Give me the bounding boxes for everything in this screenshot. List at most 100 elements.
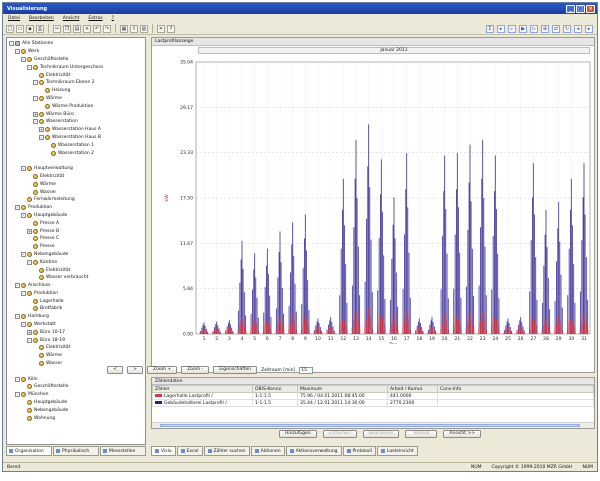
tree-node[interactable]: Elektrizität (9, 173, 145, 181)
tree-node[interactable]: Elektrizität (9, 266, 145, 274)
tree-node[interactable]: - Hauptverwaltung (9, 165, 145, 173)
grid-icon[interactable]: ▦ (120, 24, 128, 33)
minimize-button[interactable]: _ (566, 4, 575, 13)
zoom-in-button[interactable]: Zoom + (147, 366, 178, 374)
chart-icon[interactable]: ▥ (140, 24, 148, 33)
column-header[interactable]: Zähler (152, 385, 253, 393)
horizontal-scrollbar[interactable] (152, 422, 594, 428)
bottom-tab[interactable]: Lasteinsicht (376, 446, 418, 456)
properties-button[interactable]: Eigenschaften (213, 366, 258, 374)
tree-node[interactable]: - Wasserstation (9, 118, 145, 126)
table-row[interactable]: Lagerhalle Lastprofil / 1-1:1.5 75.96 / 04… (152, 392, 594, 400)
collapse-icon[interactable]: - (39, 134, 44, 140)
collapse-icon[interactable]: - (27, 337, 32, 343)
close-icon[interactable]: ✕ (157, 24, 165, 33)
tree-node[interactable]: - Wasserstation Haus B (9, 134, 145, 142)
help-icon[interactable]: ? (167, 24, 175, 33)
tree-node[interactable]: - Alle Stationen (9, 40, 145, 48)
cut-icon[interactable]: ✂ (53, 24, 61, 33)
menu-ansicht[interactable]: Ansicht (63, 16, 80, 21)
menu-bearbeiten[interactable]: Bearbeiten (29, 16, 54, 21)
column-header[interactable]: Arbeit / Kumul. (387, 385, 438, 393)
back-icon[interactable]: ◂ (574, 24, 582, 33)
collapse-icon[interactable]: - (21, 212, 26, 218)
undo-icon[interactable]: ↶ (93, 24, 101, 33)
tree-node[interactable]: Presse C (9, 235, 145, 243)
collapse-icon[interactable]: - (9, 41, 14, 47)
tree-node[interactable]: Presse A (9, 219, 145, 227)
collapse-icon[interactable]: - (21, 322, 26, 328)
station-tree[interactable]: - Alle Stationen - Werk - Geschäftsstelle - Tec… (6, 37, 146, 445)
tree-node[interactable]: Lagerhalle (9, 297, 145, 305)
print-icon[interactable]: ⎙ (36, 24, 44, 33)
menu-extras[interactable]: Extras (88, 16, 102, 21)
tree-node[interactable]: + Wasserstation Haus A (9, 126, 145, 134)
period-input[interactable]: 15 (299, 366, 314, 374)
new-icon[interactable]: □ (6, 24, 14, 33)
refresh-icon[interactable]: ↻ (563, 24, 571, 33)
tree-node[interactable]: Geschäftsstelle (9, 383, 145, 391)
action-button[interactable]: Ansicht >> (443, 430, 482, 438)
action-button[interactable]: Vollbild (405, 430, 438, 438)
expand-icon[interactable]: + (27, 228, 32, 234)
open-icon[interactable]: ▭ (16, 24, 24, 33)
year-icon[interactable]: ▷ (530, 24, 538, 33)
tree-node[interactable]: Fernwärmeleitung (9, 196, 145, 204)
tree-node[interactable]: Presse (9, 243, 145, 251)
collapse-icon[interactable]: - (15, 392, 20, 398)
menu-gesicht[interactable]: ? (112, 16, 114, 21)
tree-node[interactable]: Wärme Produktion (9, 102, 145, 110)
copy-icon[interactable]: ❐ (63, 24, 71, 33)
compare-icon[interactable]: ⇄ (552, 24, 560, 33)
bottom-tab[interactable]: Aktionen (250, 446, 285, 456)
tree-node[interactable]: Wasser (9, 188, 145, 196)
tree-node[interactable]: - Büro 18-19 (9, 336, 145, 344)
tree-node[interactable]: - Wärme (9, 95, 145, 103)
month-icon[interactable]: ▶ (519, 24, 527, 33)
maximize-button[interactable]: □ (576, 4, 585, 13)
collapse-icon[interactable]: - (21, 290, 26, 296)
tree-node[interactable]: - Köln (9, 375, 145, 383)
tree-node[interactable]: Wohnung (9, 414, 145, 422)
prev-button[interactable]: < (107, 366, 123, 374)
tree-node[interactable]: Brotfabrik (9, 305, 145, 313)
tree-node[interactable] (9, 157, 145, 165)
sum-icon[interactable]: Σ (486, 24, 494, 33)
expand-icon[interactable]: + (39, 127, 44, 133)
tree-node[interactable]: Nebengebäude (9, 406, 145, 414)
bottom-tab[interactable]: Visio (151, 446, 176, 456)
collapse-icon[interactable]: - (33, 95, 38, 101)
action-button[interactable]: Entfernen (322, 430, 357, 438)
tree-node[interactable]: - Nebengebäude (9, 251, 145, 259)
tab-organisation[interactable]: Organisation (6, 446, 52, 456)
tree-node[interactable]: Wasserstation 1 (9, 141, 145, 149)
tree-node[interactable]: Heizung (9, 87, 145, 95)
action-button[interactable]: Bearbeiten (362, 430, 400, 438)
tree-node[interactable]: - Technikraum Ebene 2 (9, 79, 145, 87)
load-profile-chart[interactable]: 0.005.8411.6717.5023.3329.1735.041 2 3 4 5 6 7… (152, 54, 596, 344)
save-icon[interactable]: ▪ (26, 24, 34, 33)
expand-icon[interactable]: + (33, 111, 38, 117)
tree-node[interactable]: Wärme (9, 352, 145, 360)
forward-icon[interactable]: ▸ (585, 24, 593, 33)
tree-node[interactable]: Elektrizität (9, 344, 145, 352)
menu-datei[interactable]: Datei (8, 16, 20, 21)
collapse-icon[interactable]: - (15, 283, 20, 289)
collapse-icon[interactable]: - (15, 376, 20, 382)
zoom-out-button[interactable]: Zoom - (181, 366, 210, 374)
bottom-tab[interactable]: Zähler suchen (203, 446, 250, 456)
tree-node[interactable]: + Presse B (9, 227, 145, 235)
tree-node[interactable]: - Geschäftsstelle (9, 56, 145, 64)
collapse-icon[interactable]: - (15, 314, 20, 320)
tree-node[interactable]: Wasser verbraucht (9, 274, 145, 282)
week-icon[interactable]: ▹ (508, 24, 516, 33)
tree-node[interactable]: - Werk (9, 48, 145, 56)
tree-node[interactable]: - Produktion (9, 204, 145, 212)
tree-node[interactable]: - Produktion (9, 290, 145, 298)
close-button[interactable]: × (586, 4, 595, 13)
tree-node[interactable]: Elektrizität (9, 71, 145, 79)
zoom-icon[interactable]: ⊕ (541, 24, 549, 33)
tree-node[interactable]: - Anschluss (9, 282, 145, 290)
action-button[interactable]: Hinzufügen (279, 430, 317, 438)
tree-node[interactable]: - Technikraum Untergeschoss (9, 63, 145, 71)
